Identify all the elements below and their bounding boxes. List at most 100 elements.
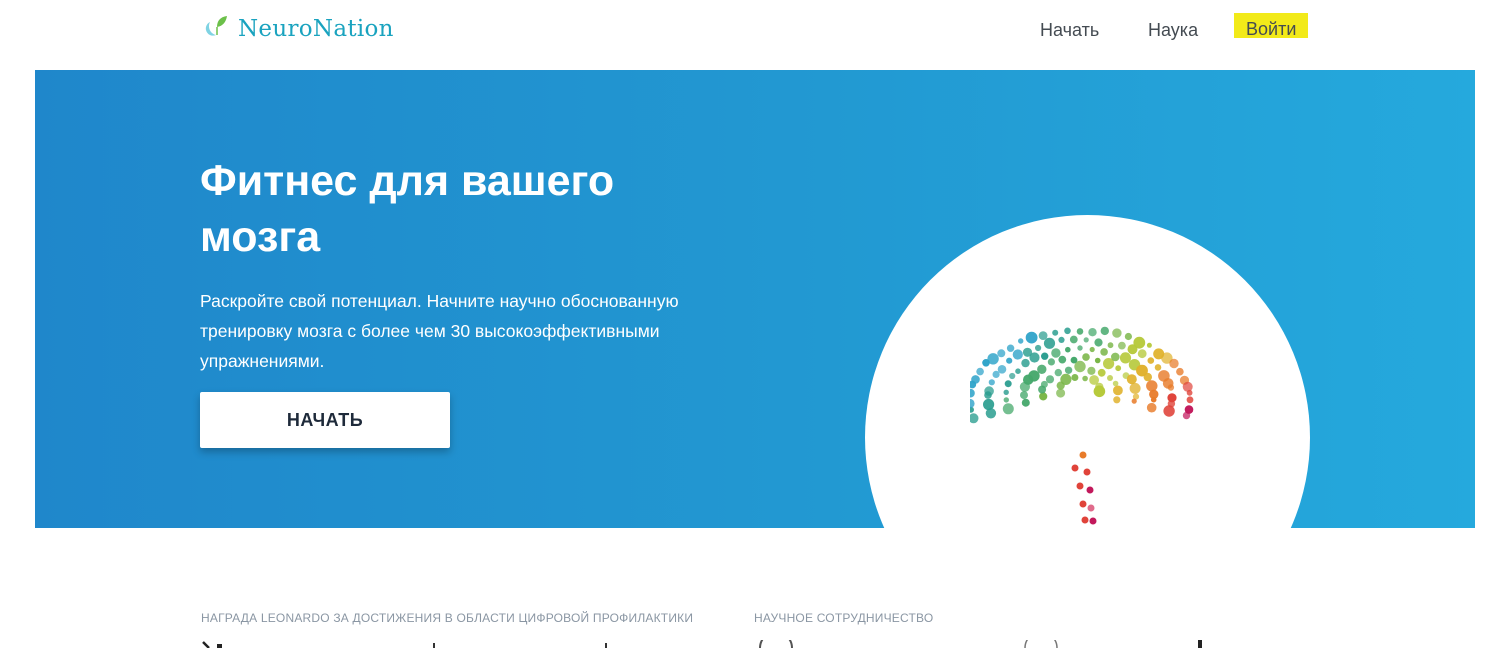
brain-dot xyxy=(1058,355,1067,364)
brain-dot xyxy=(1112,380,1119,387)
brain-dot xyxy=(1093,385,1106,398)
brain-dot xyxy=(1126,374,1137,385)
brain-dot xyxy=(1041,352,1049,360)
site-header: NeuroNation Начать Наука Войти xyxy=(0,0,1505,70)
brain-dot xyxy=(1133,336,1146,349)
brain-dot xyxy=(1115,365,1122,372)
brain-dot xyxy=(1100,348,1108,356)
brain-dot xyxy=(1060,373,1072,385)
brain-dot xyxy=(1082,353,1090,361)
brain-dot xyxy=(1163,405,1175,417)
brain-dot xyxy=(1137,349,1147,359)
brain-dot xyxy=(1065,346,1071,353)
brain-dot xyxy=(1083,468,1091,476)
brain-dot xyxy=(1070,356,1078,364)
brain-dot xyxy=(970,413,979,424)
brain-dot xyxy=(1025,331,1038,344)
brain-dot xyxy=(1021,358,1030,368)
brain-dot xyxy=(1064,366,1073,374)
hero-title: Фитнес для вашего мозга xyxy=(200,157,615,261)
brain-dot xyxy=(1082,375,1088,382)
brain-dot xyxy=(1020,391,1028,400)
brain-dot xyxy=(1069,335,1078,344)
brain-dot xyxy=(1071,464,1079,472)
brain-dot xyxy=(1045,375,1055,384)
brain-dot xyxy=(1143,372,1152,382)
brain-dot xyxy=(1089,517,1097,525)
brain-dot xyxy=(1006,344,1015,352)
brain-dot xyxy=(1083,337,1089,343)
nav-science-link[interactable]: Наука xyxy=(1148,18,1198,42)
brain-dot xyxy=(1118,341,1126,350)
start-button[interactable]: НАЧАТЬ xyxy=(200,392,450,448)
brain-dot xyxy=(1071,374,1079,381)
brain-dot xyxy=(1002,403,1014,415)
brain-dot xyxy=(1081,516,1089,524)
brain-dot xyxy=(1089,346,1095,353)
brain-dot xyxy=(1107,342,1114,349)
brain-dot xyxy=(1056,388,1066,398)
brain-dot xyxy=(1087,366,1096,375)
brain-dot xyxy=(1079,451,1087,459)
brain-dot xyxy=(1043,337,1056,349)
brain-dot xyxy=(1086,486,1094,494)
brain-dot xyxy=(1021,398,1030,407)
brain-dot xyxy=(988,379,995,386)
nav-start-link[interactable]: Начать xyxy=(1040,18,1099,42)
brain-dot xyxy=(1182,381,1193,392)
brain-dot xyxy=(1088,328,1097,337)
nav-login-link[interactable]: Войти xyxy=(1234,13,1309,39)
brain-dot xyxy=(1176,367,1184,376)
brain-dot xyxy=(971,375,980,384)
brain-dot xyxy=(1037,364,1047,374)
brain-dot xyxy=(1154,364,1162,371)
brain-dot xyxy=(1094,357,1101,364)
brain-dot xyxy=(1113,385,1123,396)
brain-dot xyxy=(1035,344,1042,352)
brain-dot xyxy=(1015,368,1021,374)
brain-dot xyxy=(1150,396,1157,403)
brain-dot xyxy=(1018,338,1024,344)
brain-dot xyxy=(1058,336,1065,343)
brain-dot xyxy=(1040,380,1048,388)
brain-dot xyxy=(1186,389,1193,396)
brain-dot xyxy=(1076,482,1084,490)
brain-dot xyxy=(997,349,1006,358)
brain-dot xyxy=(1100,326,1109,336)
brain-dot xyxy=(1087,504,1095,512)
science-cooperation-heading: НАУЧНОЕ СОТРУДНИЧЕСТВО xyxy=(754,611,934,625)
brain-dot xyxy=(970,388,975,398)
brain-dot xyxy=(1076,328,1084,335)
brain-dot xyxy=(1131,398,1137,404)
brain-dot xyxy=(1119,352,1132,364)
brain-dot xyxy=(1124,332,1132,341)
hero-banner: Фитнес для вашего мозга Раскройте свой п… xyxy=(35,70,1475,528)
brain-dot xyxy=(1003,397,1009,403)
neuronation-logo-icon xyxy=(202,16,227,41)
brain-dot xyxy=(1146,402,1157,413)
brain-dot xyxy=(1077,345,1083,351)
brain-dot xyxy=(1097,368,1106,377)
brain-dot xyxy=(1146,380,1158,392)
brain-dot xyxy=(1107,375,1113,381)
brain-dot xyxy=(970,398,975,409)
brain-dot xyxy=(976,367,984,376)
brain-dot xyxy=(1113,396,1121,404)
brain-dot xyxy=(1003,389,1009,395)
brain-dot xyxy=(987,353,999,365)
brain-dot xyxy=(1111,352,1120,362)
brain-dot xyxy=(1038,331,1048,340)
logo-text: NeuroNation xyxy=(238,16,394,42)
brain-dot xyxy=(1186,396,1194,404)
brain-dot xyxy=(1004,380,1012,388)
brain-dot xyxy=(1052,329,1059,336)
brain-dot xyxy=(1039,392,1048,401)
brain-dot xyxy=(1146,342,1152,348)
hero-subtitle: Раскройте свой потенциал. Начните научно… xyxy=(200,291,679,371)
brain-dot xyxy=(1167,384,1175,391)
brain-dot xyxy=(1051,348,1061,358)
leonardo-award-heading: НАГРАДА LEONARDO ЗА ДОСТИЖЕНИЯ В ОБЛАСТИ… xyxy=(201,611,694,625)
brain-dot xyxy=(1006,357,1013,364)
brain-dots-icon xyxy=(970,326,1194,525)
neuronation-logo[interactable]: NeuroNation xyxy=(200,13,394,45)
